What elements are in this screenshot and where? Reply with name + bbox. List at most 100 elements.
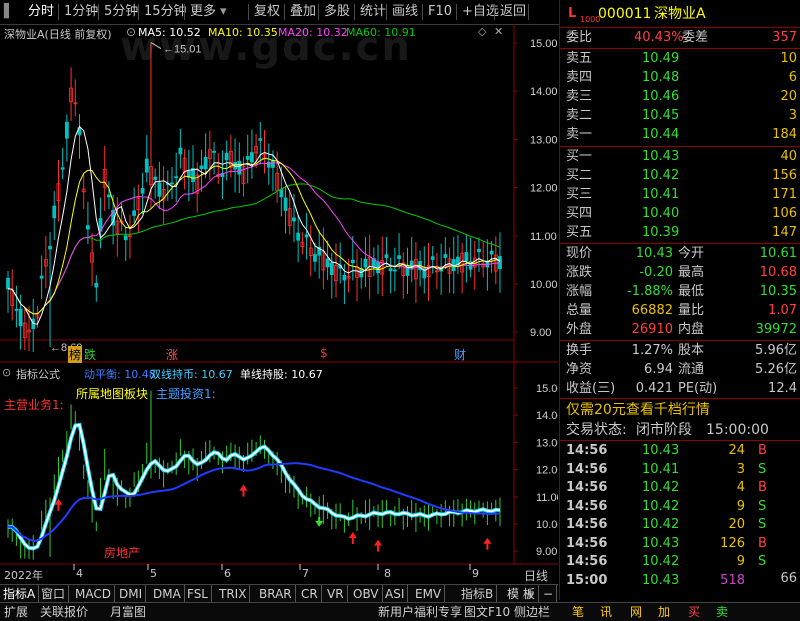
indicator-tab[interactable]: 窗口 xyxy=(38,585,70,603)
zoom-in-button[interactable]: + xyxy=(522,585,540,603)
watermark: www.gdc.cn xyxy=(120,24,412,70)
candle-body xyxy=(123,235,128,241)
bid-row: 买四 10.40 106 xyxy=(560,204,800,224)
ind-y-tick-label: 12.00 xyxy=(536,465,558,477)
stat-label: 外盘 xyxy=(566,322,593,337)
chevron-down-icon[interactable]: ▾ xyxy=(216,0,231,24)
indicator-tab[interactable]: MACD xyxy=(72,585,115,603)
indicator-tab[interactable]: DMI xyxy=(116,585,147,603)
kline-chart-area[interactable]: 15.00 14.00 13.00 12.00 11.00 10.00 9.00 15.00 1… xyxy=(0,24,558,588)
tick-volume: 9 xyxy=(736,554,745,569)
indicator-tab[interactable]: TRIX xyxy=(216,585,251,603)
kline-chart-svg[interactable]: 15.00 14.00 13.00 12.00 11.00 10.00 9.00 15.00 1… xyxy=(0,24,558,584)
tab-1min[interactable]: 1分钟 xyxy=(60,0,102,24)
diamond-icon[interactable]: ◇ xyxy=(478,25,486,38)
tab-5min[interactable]: 5分钟 xyxy=(100,0,142,24)
f10-button[interactable]: F10 xyxy=(424,0,456,24)
sidebar-button[interactable]: 侧边栏 xyxy=(514,603,550,621)
double-line-label: 双线持币: 10.67 xyxy=(150,368,233,381)
stats-button[interactable]: 统计 xyxy=(356,0,390,24)
f10-text-button[interactable]: 图文F10 xyxy=(464,603,510,621)
double-line-glow xyxy=(7,422,501,551)
tick-time: 14:56 xyxy=(566,517,608,532)
ask-price: 10.48 xyxy=(642,70,680,85)
ask-volume: 184 xyxy=(772,127,797,142)
indicator-tab[interactable]: OBV xyxy=(350,585,383,603)
indicator-tab[interactable]: ASI xyxy=(382,585,409,603)
marker-dollar[interactable]: $ xyxy=(320,346,328,360)
candle-body xyxy=(388,268,393,272)
marker-zhang[interactable]: 涨 xyxy=(166,346,178,363)
month-rich-button[interactable]: 月富图 xyxy=(110,603,146,621)
overlay-button[interactable]: 叠加 xyxy=(286,0,320,24)
bid-label: 买一 xyxy=(566,149,593,164)
indicator-tab[interactable]: CR xyxy=(298,585,322,603)
related-quote-button[interactable]: 关联报价 xyxy=(40,603,88,621)
web-icon[interactable]: 网 xyxy=(630,603,642,621)
stat-label: 流通 xyxy=(678,362,705,377)
candle-body xyxy=(52,205,57,219)
ind-y-tick-label: 14.00 xyxy=(536,410,558,422)
candle-body xyxy=(199,165,204,170)
bid-volume: 156 xyxy=(772,168,797,183)
bid-label: 买四 xyxy=(566,206,593,221)
buy-icon[interactable]: 买 xyxy=(688,603,700,621)
tick-row: 14:56 10.42 4 B xyxy=(560,478,800,498)
tick-volume: 518 xyxy=(720,572,745,588)
indicator-tab[interactable]: 指标B xyxy=(458,585,498,603)
tick-row: 14:56 10.42 20 S xyxy=(560,515,800,535)
add-watchlist-button[interactable]: 返回 xyxy=(496,0,530,24)
news-icon[interactable]: 讯 xyxy=(600,603,612,621)
draw-line-button[interactable]: 画线 xyxy=(388,0,422,24)
marker-bang[interactable]: 榜 xyxy=(68,346,83,363)
indicator-tab[interactable]: EMV xyxy=(412,585,446,603)
candle-body xyxy=(170,182,174,185)
promo-text[interactable]: 仅需20元查看千档行情 xyxy=(566,400,710,420)
marker-cai[interactable]: 财 xyxy=(454,346,466,363)
marker-die[interactable]: 跌 xyxy=(84,346,96,363)
indicator-tab[interactable]: FSL xyxy=(184,585,212,603)
candle-body xyxy=(443,254,448,258)
indicator-settings-icon[interactable]: ⊙ xyxy=(2,366,11,379)
candle-body xyxy=(94,282,99,288)
ind-y-tick-label: 15.00 xyxy=(536,383,558,395)
main-business-label: 主营业务1: xyxy=(4,398,64,412)
indicator-tab[interactable]: VR xyxy=(324,585,348,603)
promo-row[interactable]: 仅需20元查看千档行情 xyxy=(560,400,800,420)
tick-time: 14:56 xyxy=(566,480,608,495)
pen-icon[interactable]: 笔 xyxy=(572,603,584,621)
back-button[interactable] xyxy=(530,0,538,24)
tick-time: 15:00 xyxy=(566,572,608,588)
stat-value: 6.94 xyxy=(644,362,673,377)
new-user-promo[interactable]: 新用户福利专享 xyxy=(378,603,462,621)
candle-body xyxy=(178,147,183,155)
candle-body xyxy=(292,217,296,222)
fuquan-button[interactable]: 复权 xyxy=(250,0,284,24)
candle-body xyxy=(39,275,44,279)
tab-timeshare[interactable]: 分时 xyxy=(24,0,58,24)
tab-15min[interactable]: 15分钟 xyxy=(140,0,191,24)
ask-price: 10.45 xyxy=(642,108,680,123)
bid-volume: 106 xyxy=(772,206,797,221)
ask-volume: 10 xyxy=(780,51,797,66)
add-icon[interactable]: 加 xyxy=(658,603,670,621)
indicator-tab[interactable]: BRAR xyxy=(256,585,296,603)
stat-label: 最低 xyxy=(678,284,705,299)
expand-button[interactable]: 扩展 xyxy=(4,603,28,621)
tab-more[interactable]: 更多 xyxy=(186,0,220,24)
toolbar-menu-icon[interactable]: ▌ xyxy=(0,0,18,24)
zoom-out-button[interactable]: − xyxy=(540,585,558,603)
multi-stock-button[interactable]: 多股 xyxy=(320,0,354,24)
indicator-name[interactable]: 指标公式 xyxy=(16,366,60,382)
stat-label: 收益(三) xyxy=(566,381,616,396)
fundamental-row: 净资 6.94 流通 5.26亿 xyxy=(560,360,800,380)
stat-row: 现价 10.43 今开 10.61 xyxy=(560,244,800,264)
y-tick-label: 11.00 xyxy=(530,231,557,243)
indicator-tab[interactable]: DMA xyxy=(150,585,185,603)
y-tick-label: 12.00 xyxy=(530,183,558,195)
candle-body xyxy=(464,252,469,262)
indicator-tab[interactable]: 指标A xyxy=(0,585,40,603)
close-icon[interactable]: ✕ xyxy=(494,25,503,38)
period-mode-label[interactable]: 日线 xyxy=(524,567,548,584)
sell-icon[interactable]: 卖 xyxy=(716,603,728,621)
